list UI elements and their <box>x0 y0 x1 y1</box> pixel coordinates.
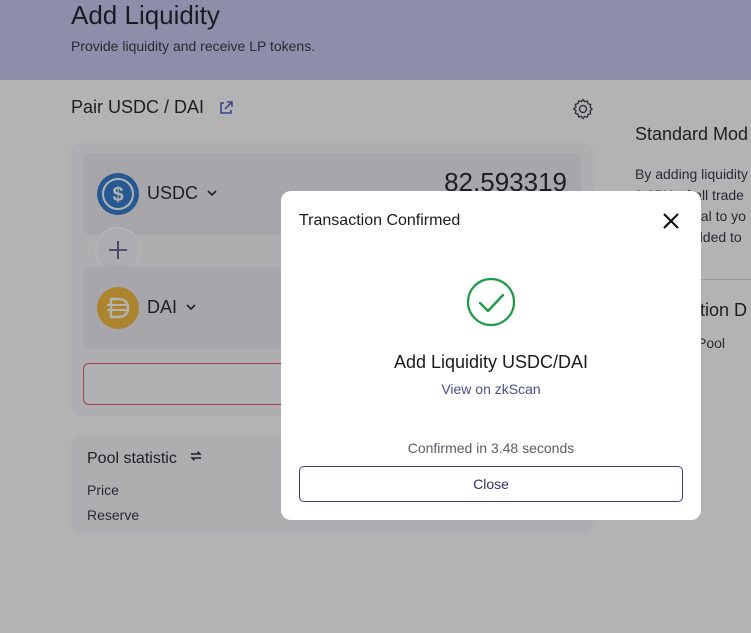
transaction-confirmed-modal: Transaction Confirmed Add Liquidity USDC… <box>281 191 701 520</box>
modal-title: Transaction Confirmed <box>299 212 461 229</box>
transaction-summary: Add Liquidity USDC/DAI <box>393 352 589 372</box>
close-icon[interactable] <box>661 211 681 231</box>
close-button[interactable]: Close <box>299 466 683 502</box>
view-on-zkscan-link[interactable]: View on zkScan <box>281 381 701 397</box>
check-circle-icon <box>466 277 516 327</box>
confirmation-time: Confirmed in 3.48 seconds <box>407 440 575 456</box>
